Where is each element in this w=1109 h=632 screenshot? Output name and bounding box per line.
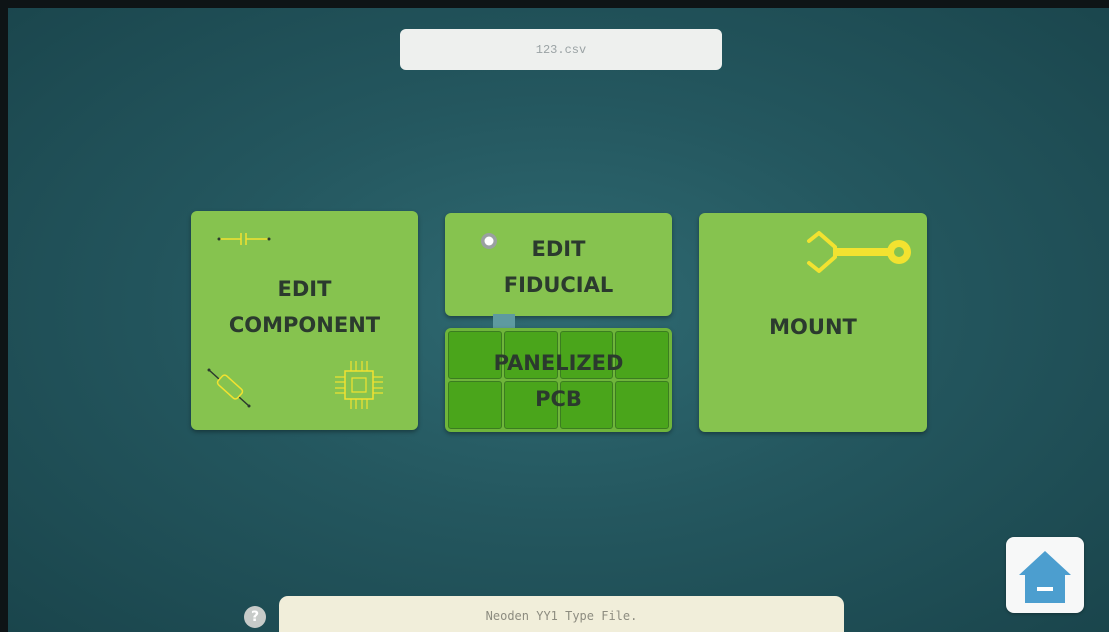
panelized-pcb-line1: PANELIZED <box>493 351 624 375</box>
panelized-pcb-label: PANELIZED PCB <box>445 345 672 417</box>
edit-component-label: EDIT COMPONENT <box>191 271 418 343</box>
edit-fiducial-line2: FIDUCIAL <box>503 273 614 297</box>
edit-fiducial-button[interactable]: EDIT FIDUCIAL <box>445 213 672 316</box>
nozzle-gripper-icon <box>807 231 911 273</box>
edit-fiducial-label: EDIT FIDUCIAL <box>445 231 672 303</box>
status-text: Neoden YY1 Type File. <box>485 609 638 623</box>
help-icon[interactable]: ? <box>244 606 266 628</box>
panelized-pcb-line2: PCB <box>535 387 582 411</box>
mount-button[interactable]: MOUNT <box>699 213 927 432</box>
status-bar: Neoden YY1 Type File. <box>279 596 844 632</box>
resistor-icon <box>207 368 251 408</box>
file-name-field[interactable]: 123.csv <box>400 29 722 70</box>
edit-component-button[interactable]: EDIT COMPONENT <box>191 211 418 430</box>
main-screen: 123.csv EDIT COMPONENT EDIT FIDUCIAL PAN… <box>8 8 1109 632</box>
mount-label: MOUNT <box>769 315 857 339</box>
panelized-pcb-button[interactable]: PANELIZED PCB <box>445 328 672 432</box>
file-name-text: 123.csv <box>535 42 587 57</box>
home-icon <box>1019 551 1071 603</box>
edit-component-line2: COMPONENT <box>228 313 381 337</box>
edit-fiducial-line1: EDIT <box>531 237 586 261</box>
home-button[interactable] <box>1006 537 1084 613</box>
capacitor-icon <box>217 233 271 245</box>
chip-icon <box>335 361 383 409</box>
edit-component-line1: EDIT <box>277 277 332 301</box>
